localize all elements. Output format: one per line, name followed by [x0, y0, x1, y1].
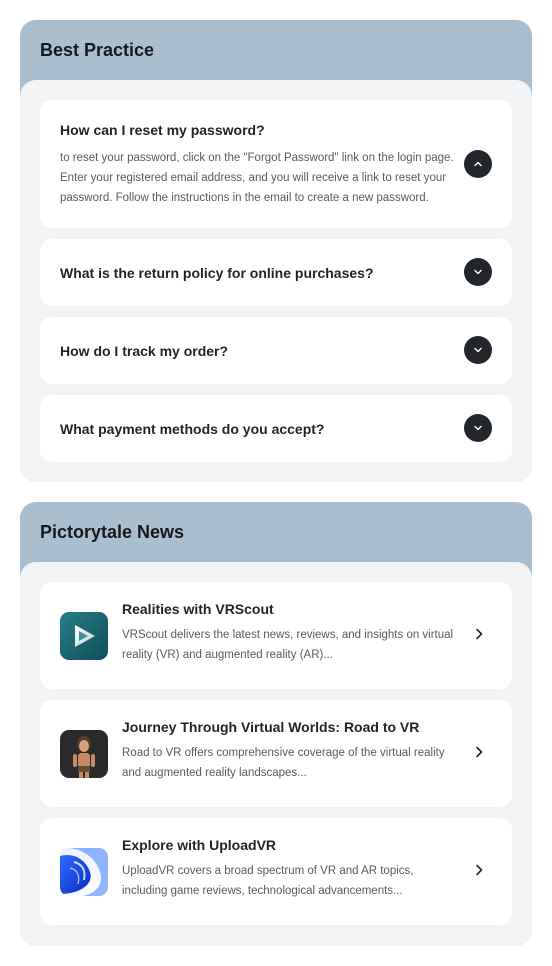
news-description: UploadVR covers a broad spectrum of VR a… [122, 864, 414, 897]
faq-card-body: How can I reset my password? to reset yo… [20, 80, 532, 482]
faq-card-title: Best Practice [40, 39, 155, 60]
chevron-down-icon [474, 347, 482, 353]
uploadvr-logo [60, 847, 108, 896]
faq-toggle-button[interactable] [464, 414, 492, 442]
chevron-right-icon[interactable] [472, 627, 486, 641]
faq-question[interactable]: What is the return policy for online pur… [60, 265, 450, 281]
faq-question[interactable]: How do I track my order? [60, 343, 450, 359]
faq-item[interactable]: How can I reset my password? to reset yo… [40, 100, 512, 228]
chevron-down-icon [474, 269, 482, 275]
faq-toggle-button[interactable] [464, 258, 492, 286]
faq-toggle-button[interactable] [464, 336, 492, 364]
faq-answer: to reset your password, click on the "Fo… [60, 152, 454, 204]
faq-question[interactable]: What payment methods do you accept? [60, 421, 450, 437]
chevron-right-icon[interactable] [472, 745, 486, 759]
news-title[interactable]: Journey Through Virtual Worlds: Road to … [122, 719, 457, 735]
faq-card-header: Best Practice [20, 20, 532, 80]
road-to-vr-character [60, 729, 108, 778]
news-item[interactable]: Explore with UploadVR UploadVR covers a … [40, 818, 512, 925]
chevron-down-icon [474, 425, 482, 431]
faq-toggle-button[interactable] [464, 150, 492, 178]
news-item[interactable]: Realities with VRScout VRScout delivers … [40, 582, 512, 689]
vrscout-logo [60, 611, 108, 660]
faq-item[interactable]: How do I track my order? [40, 317, 512, 384]
chevron-right-icon[interactable] [472, 863, 486, 877]
chevron-up-icon [474, 161, 482, 167]
faq-question[interactable]: How can I reset my password? [60, 122, 450, 138]
faq-card: Best Practice How can I reset my passwor… [20, 20, 532, 482]
news-card-body: Realities with VRScout VRScout delivers … [20, 562, 532, 946]
news-card-header: Pictorytale News [20, 502, 532, 562]
news-title[interactable]: Explore with UploadVR [122, 837, 457, 853]
faq-item[interactable]: What payment methods do you accept? [40, 395, 512, 462]
news-card: Pictorytale News Realities with VRScout … [20, 502, 532, 946]
news-title[interactable]: Realities with VRScout [122, 601, 457, 617]
news-description: Road to VR offers comprehensive coverage… [122, 746, 445, 779]
news-card-title: Pictorytale News [40, 521, 185, 542]
faq-item[interactable]: What is the return policy for online pur… [40, 239, 512, 306]
news-description: VRScout delivers the latest news, review… [122, 628, 454, 661]
news-item[interactable]: Journey Through Virtual Worlds: Road to … [40, 700, 512, 807]
